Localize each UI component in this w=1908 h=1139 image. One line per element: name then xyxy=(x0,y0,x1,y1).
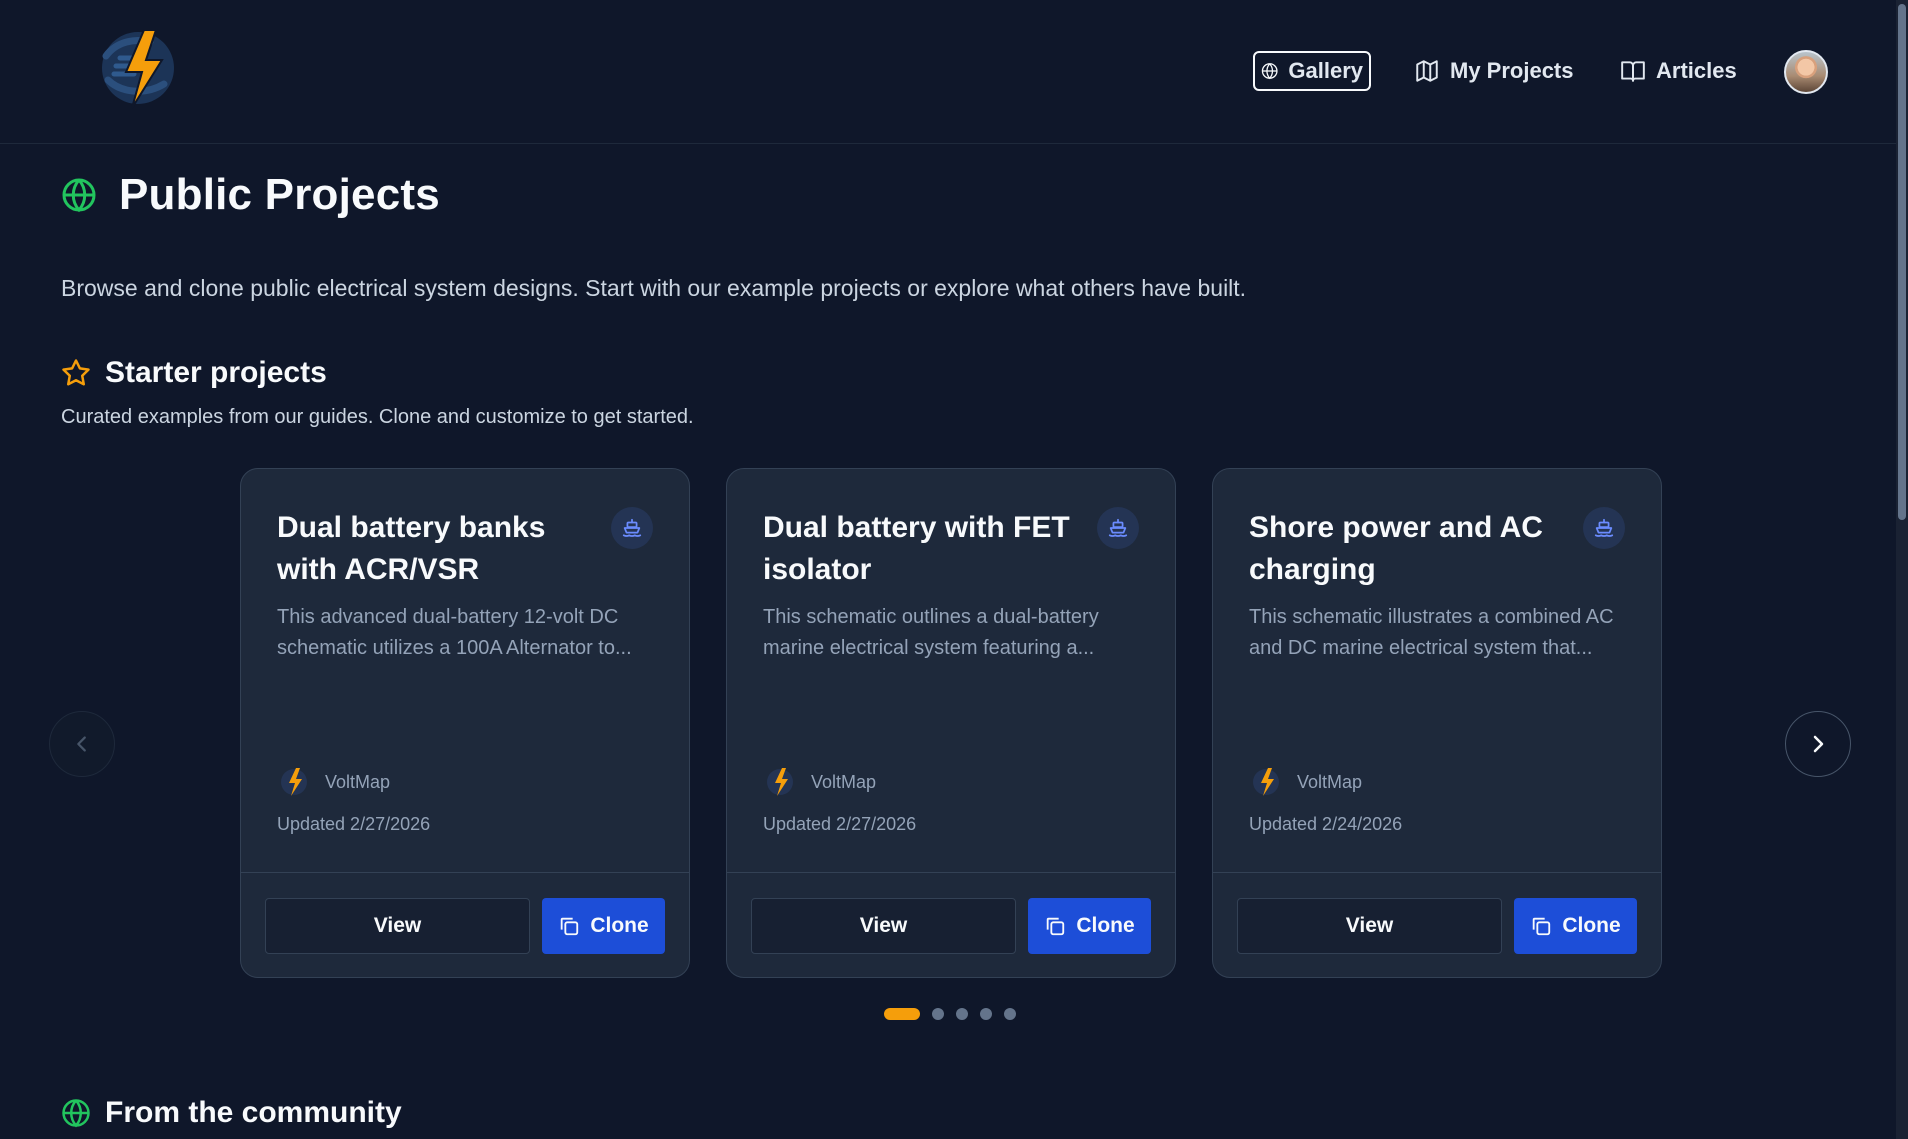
card-updated: Updated 2/27/2026 xyxy=(277,814,431,834)
star-icon xyxy=(62,359,90,386)
card-description: This schematic outlines a dual-battery m… xyxy=(763,606,1099,659)
starter-section-description: Curated examples from our guides. Clone … xyxy=(61,406,694,428)
page-title: Public Projects xyxy=(119,170,440,219)
starter-section-title: Starter projects xyxy=(105,356,327,389)
chevron-left-icon xyxy=(77,736,86,752)
project-card[interactable]: Shore power and AC charging This schemat… xyxy=(1212,468,1662,978)
globe-icon xyxy=(1261,63,1278,80)
nav-articles[interactable]: Articles xyxy=(1620,51,1737,91)
card-description: This advanced dual-battery 12-volt DC sc… xyxy=(277,606,632,659)
card-title: Dual battery banks with ACR/VSR xyxy=(277,511,546,586)
pagination-dot[interactable] xyxy=(980,1008,992,1020)
book-icon xyxy=(1621,61,1645,82)
voltmap-logo[interactable] xyxy=(92,22,184,114)
copy-icon xyxy=(561,917,579,936)
card-title: Shore power and AC charging xyxy=(1249,511,1543,586)
copy-icon xyxy=(1047,917,1065,936)
nav-my-projects[interactable]: My Projects xyxy=(1414,51,1574,91)
pagination-dot[interactable] xyxy=(932,1008,944,1020)
view-button[interactable]: View xyxy=(1237,898,1502,954)
card-footer: View Clone xyxy=(1213,872,1661,977)
project-card[interactable]: Dual battery with FET isolator This sche… xyxy=(726,468,1176,978)
clone-button[interactable]: Clone xyxy=(542,898,665,954)
copy-icon xyxy=(1533,917,1551,936)
card-updated: Updated 2/27/2026 xyxy=(763,814,917,834)
card-author: VoltMap xyxy=(763,765,876,799)
carousel-prev-button[interactable] xyxy=(49,711,115,777)
nav-gallery-label: Gallery xyxy=(1288,58,1363,83)
boat-badge xyxy=(1583,507,1625,549)
card-footer: View Clone xyxy=(241,872,689,977)
author-name: VoltMap xyxy=(325,771,391,792)
voltmap-logo-icon xyxy=(1253,768,1279,796)
pagination-dot-active[interactable] xyxy=(884,1008,920,1020)
top-header: Gallery My Projects Articles xyxy=(0,0,1896,144)
pagination-dot[interactable] xyxy=(956,1008,968,1020)
project-card[interactable]: Dual battery banks with ACR/VSR This adv… xyxy=(240,468,690,978)
card-footer: View Clone xyxy=(727,872,1175,977)
carousel-pagination xyxy=(884,1008,1016,1020)
page-header: Public Projects xyxy=(61,170,440,220)
community-section-header: From the community xyxy=(61,1096,402,1130)
globe-icon xyxy=(62,1099,90,1128)
author-name: VoltMap xyxy=(811,771,877,792)
boat-icon xyxy=(622,518,642,537)
card-author: VoltMap xyxy=(277,765,390,799)
clone-label: Clone xyxy=(590,914,649,937)
view-button[interactable]: View xyxy=(751,898,1016,954)
nav-my-projects-label: My Projects xyxy=(1450,58,1574,83)
boat-icon xyxy=(1594,518,1614,537)
nav-gallery[interactable]: Gallery xyxy=(1253,51,1371,91)
card-updated: Updated 2/24/2026 xyxy=(1249,814,1403,834)
nav-articles-label: Articles xyxy=(1656,58,1737,83)
boat-badge xyxy=(1097,507,1139,549)
user-avatar[interactable] xyxy=(1784,50,1828,94)
boat-icon xyxy=(1108,518,1128,537)
card-author: VoltMap xyxy=(1249,765,1362,799)
carousel-next-button[interactable] xyxy=(1785,711,1851,777)
scrollbar[interactable] xyxy=(1896,0,1908,1139)
clone-label: Clone xyxy=(1562,914,1621,937)
author-name: VoltMap xyxy=(1297,771,1363,792)
chevron-right-icon xyxy=(1813,735,1824,753)
clone-button[interactable]: Clone xyxy=(1028,898,1151,954)
card-title: Dual battery with FET isolator xyxy=(763,511,1070,586)
pagination-dot[interactable] xyxy=(1004,1008,1016,1020)
boat-badge xyxy=(611,507,653,549)
clone-button[interactable]: Clone xyxy=(1514,898,1637,954)
scrollbar-thumb[interactable] xyxy=(1898,4,1906,520)
clone-label: Clone xyxy=(1076,914,1135,937)
map-icon xyxy=(1416,60,1438,82)
page-subtitle: Browse and clone public electrical syste… xyxy=(61,275,1247,301)
card-description: This schematic illustrates a combined AC… xyxy=(1249,606,1614,659)
voltmap-logo-icon xyxy=(281,768,307,796)
voltmap-logo-icon xyxy=(767,768,793,796)
view-button[interactable]: View xyxy=(265,898,530,954)
starter-section-header: Starter projects xyxy=(61,356,327,390)
globe-icon xyxy=(62,178,96,213)
community-section-title: From the community xyxy=(105,1096,402,1129)
